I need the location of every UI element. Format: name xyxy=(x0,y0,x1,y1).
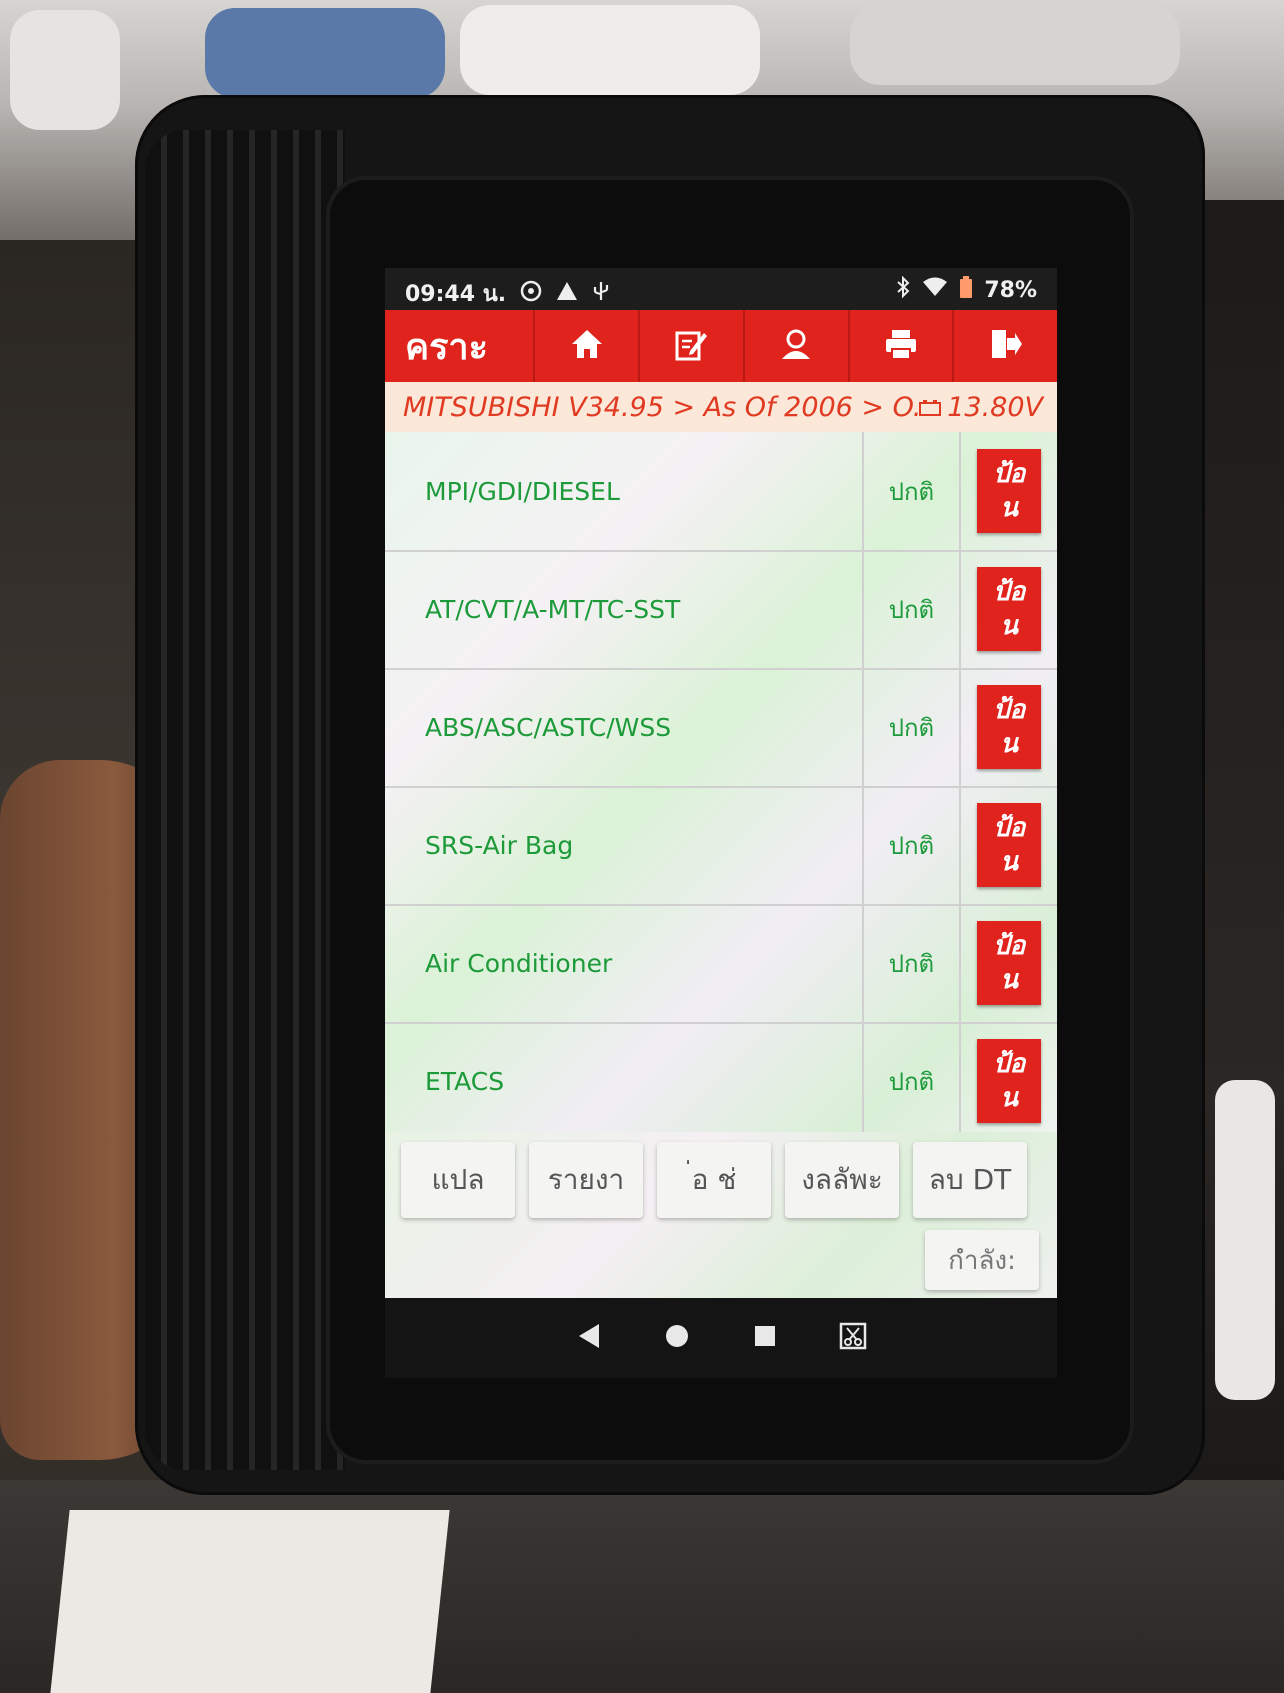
back-button[interactable] xyxy=(574,1323,604,1353)
support-person-icon xyxy=(779,327,813,365)
status-bar: 09:44 น. 78% xyxy=(385,268,1057,308)
system-row[interactable]: SRS-Air Bag ปกติ ป้อ น xyxy=(385,786,1057,906)
report-button[interactable]: รายงา xyxy=(529,1142,643,1218)
system-status: ปกติ xyxy=(864,786,962,904)
tablet-screen: 09:44 น. 78% คราะ MITSUBISHI V34.95 > As… xyxy=(385,268,1057,1298)
app-toolbar: คราะ xyxy=(385,310,1057,382)
function-button-3[interactable]: ่อ ช่ xyxy=(657,1142,771,1218)
system-row[interactable]: ETACS ปกติ ป้อ น xyxy=(385,1022,1057,1132)
background-paper xyxy=(50,1510,450,1693)
warning-icon xyxy=(556,281,578,307)
enter-system-button[interactable]: ป้อ น xyxy=(977,685,1042,769)
background-car xyxy=(10,10,120,130)
system-status: ปกติ xyxy=(864,668,962,786)
system-status: ปกติ xyxy=(864,904,962,1022)
function-bar: แปล รายงา ่อ ช่ งลลัพะ ลบ DT กำลัง: xyxy=(385,1132,1057,1298)
exit-button[interactable] xyxy=(952,310,1057,382)
system-name: SRS-Air Bag xyxy=(385,786,864,904)
system-name: AT/CVT/A-MT/TC-SST xyxy=(385,550,864,668)
enter-system-button[interactable]: ป้อ น xyxy=(977,449,1042,533)
translate-button[interactable]: แปล xyxy=(401,1142,515,1218)
results-button[interactable]: งลลัพะ xyxy=(785,1142,899,1218)
exit-icon xyxy=(989,328,1023,364)
enter-system-button[interactable]: ป้อ น xyxy=(977,803,1042,887)
battery-percent: 78% xyxy=(984,277,1037,303)
enter-system-button[interactable]: ป้อ น xyxy=(977,567,1042,651)
clock: 09:44 น. xyxy=(405,282,507,307)
battery-voltage-icon xyxy=(919,392,942,423)
clear-dtc-button[interactable]: ลบ DT xyxy=(913,1142,1027,1218)
enter-system-button[interactable]: ป้อ น xyxy=(977,1039,1042,1123)
bluetooth-icon xyxy=(896,275,910,304)
system-row[interactable]: AT/CVT/A-MT/TC-SST ปกติ ป้อ น xyxy=(385,550,1057,670)
system-row[interactable]: ABS/ASC/ASTC/WSS ปกติ ป้อ น xyxy=(385,668,1057,788)
app-title: คราะ xyxy=(405,326,488,368)
recents-square-icon xyxy=(753,1324,777,1352)
usb-icon xyxy=(592,280,610,308)
background-figure xyxy=(205,8,445,98)
android-nav-bar xyxy=(385,1298,1057,1378)
home-circle-icon xyxy=(664,1323,690,1353)
system-name: ABS/ASC/ASTC/WSS xyxy=(385,668,864,786)
edit-report-icon xyxy=(674,327,708,365)
screenshot-scissors-icon xyxy=(839,1322,867,1354)
system-name: Air Conditioner xyxy=(385,904,864,1022)
battery-icon xyxy=(960,276,973,304)
system-list: MPI/GDI/DIESEL ปกติ ป้อ น AT/CVT/A-MT/TC… xyxy=(385,432,1057,1132)
recents-button[interactable] xyxy=(750,1323,780,1353)
support-button[interactable] xyxy=(742,310,848,382)
system-status: ปกติ xyxy=(864,1022,962,1132)
voltage-readout: 13.80V xyxy=(919,392,1057,423)
home-icon xyxy=(570,328,604,364)
voltage-value: 13.80V xyxy=(947,391,1043,423)
system-status: ปกติ xyxy=(864,550,962,668)
system-status: ปกติ xyxy=(864,432,962,550)
system-row[interactable]: MPI/GDI/DIESEL ปกติ ป้อ น xyxy=(385,432,1057,552)
screenshot-button[interactable] xyxy=(838,1322,868,1354)
background-reflection xyxy=(1215,1080,1275,1400)
edit-report-button[interactable] xyxy=(638,310,743,382)
system-name: MPI/GDI/DIESEL xyxy=(385,432,864,550)
wifi-icon xyxy=(922,277,948,303)
background-car xyxy=(850,5,1180,85)
breadcrumb-path: MITSUBISHI V34.95 > As Of 2006 > O... xyxy=(403,391,920,423)
system-name: ETACS xyxy=(385,1022,864,1132)
home-nav-button[interactable] xyxy=(662,1323,692,1353)
background-car xyxy=(460,5,760,95)
tablet-grip xyxy=(145,130,345,1470)
back-icon xyxy=(577,1323,601,1353)
system-row[interactable]: Air Conditioner ปกติ ป้อ น xyxy=(385,904,1057,1024)
enter-system-button[interactable]: ป้อ น xyxy=(977,921,1042,1005)
notification-icon xyxy=(520,280,542,308)
in-progress-button[interactable]: กำลัง: xyxy=(925,1230,1039,1290)
breadcrumb: MITSUBISHI V34.95 > As Of 2006 > O... 13… xyxy=(385,382,1057,432)
print-button[interactable] xyxy=(847,310,953,382)
print-icon xyxy=(884,328,918,364)
home-button[interactable] xyxy=(533,310,638,382)
